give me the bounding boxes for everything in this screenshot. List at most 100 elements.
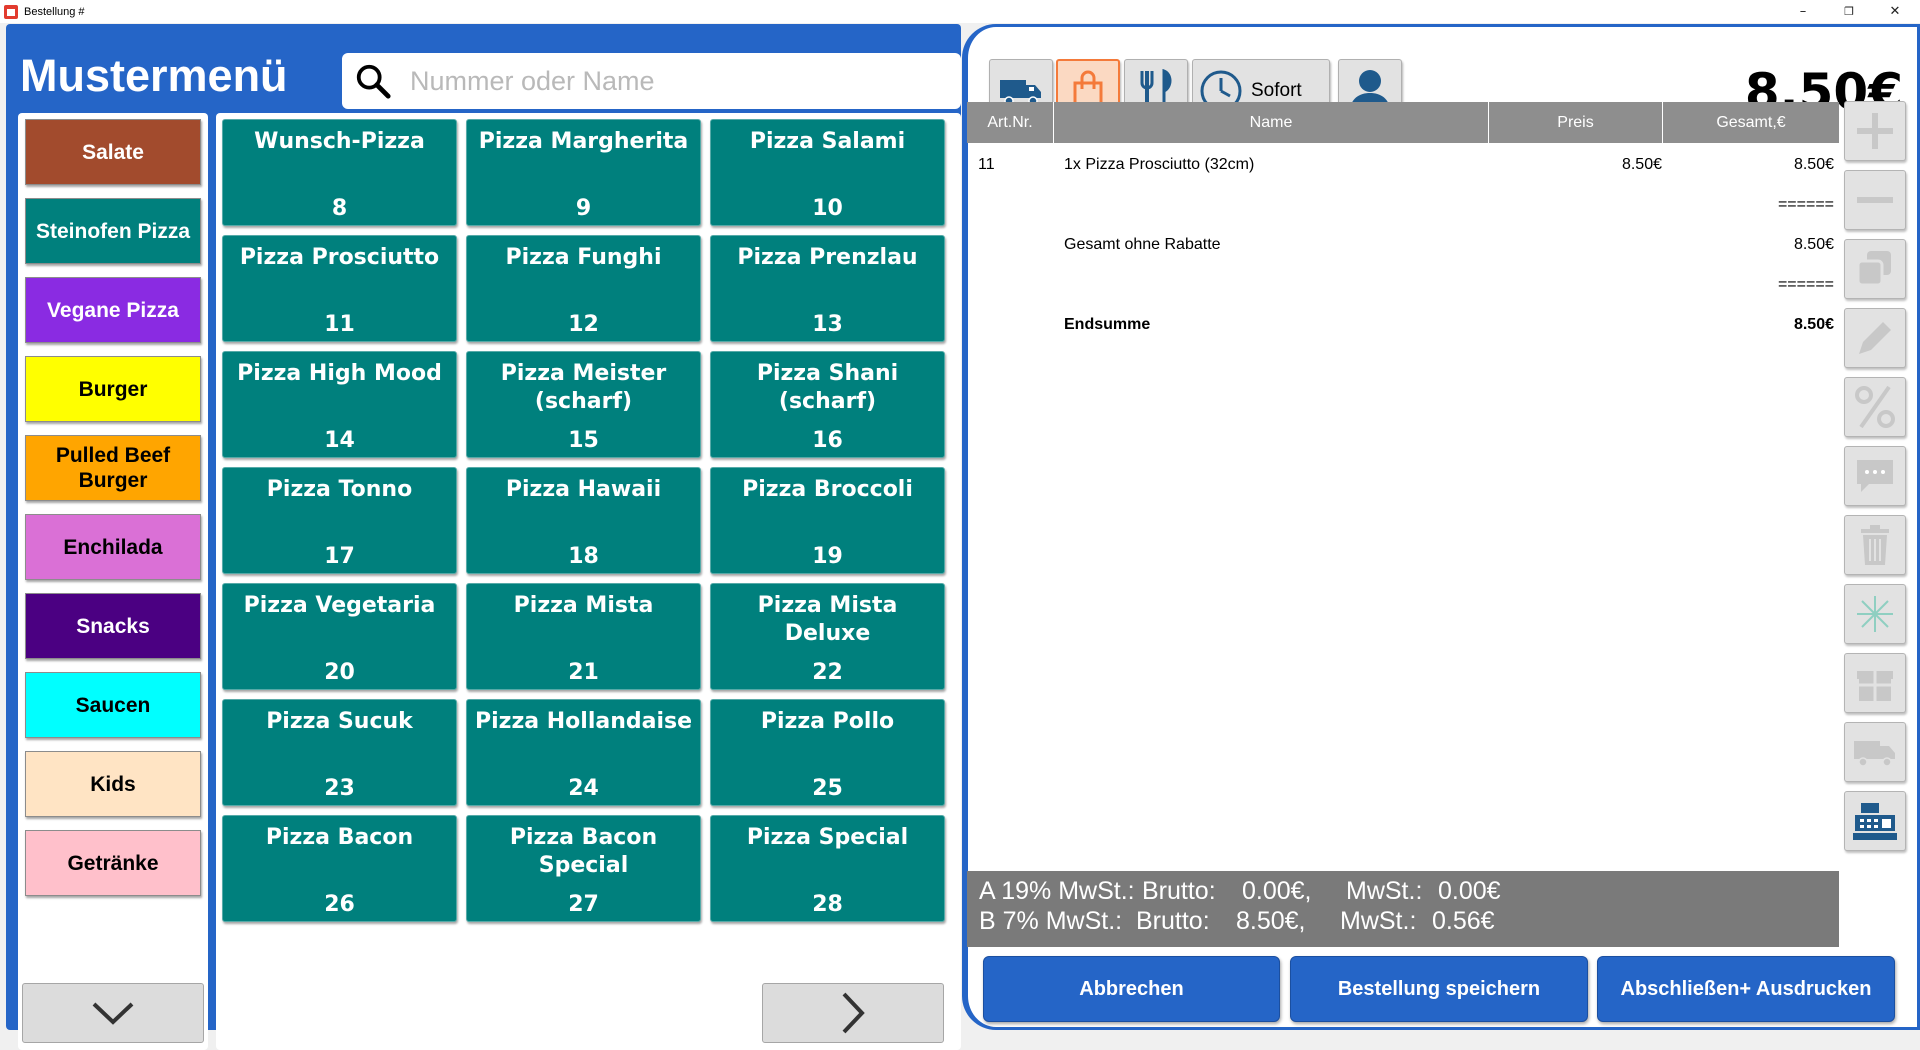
brutto-value: 0.00€, — [1242, 877, 1312, 905]
product-button[interactable]: Pizza Mista 21 — [466, 583, 701, 690]
product-number: 14 — [324, 428, 355, 453]
category-steinofen-pizza[interactable]: Steinofen Pizza — [25, 198, 201, 264]
product-button[interactable]: Pizza High Mood 14 — [222, 351, 457, 458]
special-button[interactable] — [1844, 584, 1906, 644]
order-row[interactable]: 11 1x Pizza Prosciutto (32cm) 8.50€ 8.50… — [967, 156, 1839, 180]
product-name: Pizza Hollandaise — [474, 709, 693, 734]
minus-icon — [1857, 197, 1893, 203]
category-kids[interactable]: Kids — [25, 751, 201, 817]
category-enchilada[interactable]: Enchilada — [25, 514, 201, 580]
category-salate[interactable]: Salate — [25, 119, 201, 185]
mwst-label: MwSt.: — [1340, 907, 1417, 935]
gift-button[interactable] — [1844, 653, 1906, 713]
chevron-down-icon — [92, 1002, 134, 1025]
product-button[interactable]: Pizza Mista Deluxe 22 — [710, 583, 945, 690]
product-name: Pizza Vegetaria — [243, 593, 436, 618]
cash-register-button[interactable] — [1844, 791, 1906, 851]
product-button[interactable]: Pizza Meister (scharf) 15 — [466, 351, 701, 458]
row-gesamt: 8.50€ — [1793, 316, 1834, 333]
product-number: 9 — [575, 196, 592, 221]
duplicate-button[interactable] — [1844, 239, 1906, 299]
product-number: 13 — [812, 312, 843, 337]
product-name: Pizza Mista Deluxe — [757, 593, 898, 646]
row-name: Endsumme — [1064, 316, 1151, 333]
product-button[interactable]: Pizza Broccoli 19 — [710, 467, 945, 574]
category-burger[interactable]: Burger — [25, 356, 201, 422]
product-name: Pizza Meister (scharf) — [500, 361, 667, 414]
product-button[interactable]: Pizza Hawaii 18 — [466, 467, 701, 574]
category-label: Enchilada — [63, 535, 163, 559]
product-number: 25 — [812, 776, 843, 801]
close-button[interactable]: ✕ — [1872, 0, 1918, 23]
product-button[interactable]: Pizza Margherita 9 — [466, 119, 701, 226]
comment-button[interactable] — [1844, 446, 1906, 506]
row-gesamt: 8.50€ — [1793, 156, 1834, 173]
product-number: 19 — [812, 544, 843, 569]
product-button[interactable]: Wunsch-Pizza 8 — [222, 119, 457, 226]
product-button[interactable]: Pizza Prenzlau 13 — [710, 235, 945, 342]
time-label: Sofort — [1251, 80, 1302, 101]
product-button[interactable]: Pizza Pollo 25 — [710, 699, 945, 806]
product-next-page-button[interactable] — [762, 983, 944, 1043]
header-preis: Preis — [1489, 102, 1663, 143]
row-gesamt: ====== — [1777, 276, 1834, 293]
chevron-right-icon — [842, 992, 865, 1034]
tax-summary: A 19% MwSt.: Brutto: 0.00€, MwSt.: 0.00€… — [967, 871, 1839, 947]
category-label: Burger — [78, 377, 148, 401]
product-number: 20 — [324, 660, 355, 685]
gift-icon — [1857, 671, 1893, 701]
cash-register-icon — [1853, 803, 1897, 840]
header-artnr: Art.Nr. — [967, 102, 1054, 143]
product-button[interactable]: Pizza Bacon 26 — [222, 815, 457, 922]
product-button[interactable]: Pizza Sucuk 23 — [222, 699, 457, 806]
product-button[interactable]: Pizza Shani (scharf) 16 — [710, 351, 945, 458]
category-getraenke[interactable]: Getränke — [25, 830, 201, 896]
product-button[interactable]: Pizza Bacon Special 27 — [466, 815, 701, 922]
mwst-value: 0.56€ — [1432, 907, 1495, 935]
search-input[interactable] — [410, 61, 950, 101]
product-number: 28 — [812, 892, 843, 917]
product-name: Pizza Margherita — [478, 129, 689, 154]
product-button[interactable]: Pizza Special 28 — [710, 815, 945, 922]
restore-button[interactable]: ❐ — [1826, 0, 1872, 23]
category-vegane-pizza[interactable]: Vegane Pizza — [25, 277, 201, 343]
product-number: 16 — [812, 428, 843, 453]
increase-quantity-button[interactable] — [1844, 101, 1906, 161]
minimize-button[interactable]: – — [1780, 0, 1826, 23]
row-gesamt: ====== — [1777, 196, 1834, 213]
decrease-quantity-button[interactable] — [1844, 170, 1906, 230]
product-number: 8 — [331, 196, 348, 221]
product-button[interactable]: Pizza Tonno 17 — [222, 467, 457, 574]
product-button[interactable]: Pizza Salami 10 — [710, 119, 945, 226]
menu-title: Mustermenü — [20, 50, 288, 101]
plus-icon — [1857, 113, 1893, 149]
search-box[interactable] — [342, 53, 961, 109]
cancel-button[interactable]: Abbrechen — [983, 956, 1280, 1022]
finish-and-print-button[interactable]: Abschließen+ Ausdrucken — [1597, 956, 1895, 1022]
mwst-value: 0.00€ — [1438, 877, 1501, 905]
delete-button[interactable] — [1844, 515, 1906, 575]
edit-button[interactable] — [1844, 308, 1906, 368]
product-grid: Wunsch-Pizza 8 Pizza Margherita 9 Pizza Sala… — [216, 113, 961, 1050]
category-list: Salate Steinofen Pizza Vegane Pizza Burg… — [18, 113, 208, 1050]
product-button[interactable]: Pizza Prosciutto 11 — [222, 235, 457, 342]
category-pulled-beef-burger[interactable]: Pulled Beef Burger — [25, 435, 201, 501]
row-name: Gesamt ohne Rabatte — [1064, 236, 1221, 253]
category-label: Steinofen Pizza — [35, 219, 191, 243]
product-button[interactable]: Pizza Funghi 12 — [466, 235, 701, 342]
product-button[interactable]: Pizza Vegetaria 20 — [222, 583, 457, 690]
category-saucen[interactable]: Saucen — [25, 672, 201, 738]
product-name: Pizza Sucuk — [266, 709, 413, 734]
product-button[interactable]: Pizza Hollandaise 24 — [466, 699, 701, 806]
category-label: Snacks — [76, 614, 150, 638]
product-name: Pizza Prosciutto — [239, 245, 440, 270]
category-snacks[interactable]: Snacks — [25, 593, 201, 659]
save-order-button[interactable]: Bestellung speichern — [1290, 956, 1588, 1022]
pencil-icon — [1859, 322, 1891, 354]
delivery-fee-button[interactable] — [1844, 722, 1906, 782]
discount-button[interactable] — [1844, 377, 1906, 437]
product-name: Pizza Bacon Special — [509, 825, 658, 878]
category-label: Getränke — [67, 851, 159, 875]
category-scroll-down-button[interactable] — [22, 983, 204, 1043]
product-number: 17 — [324, 544, 355, 569]
